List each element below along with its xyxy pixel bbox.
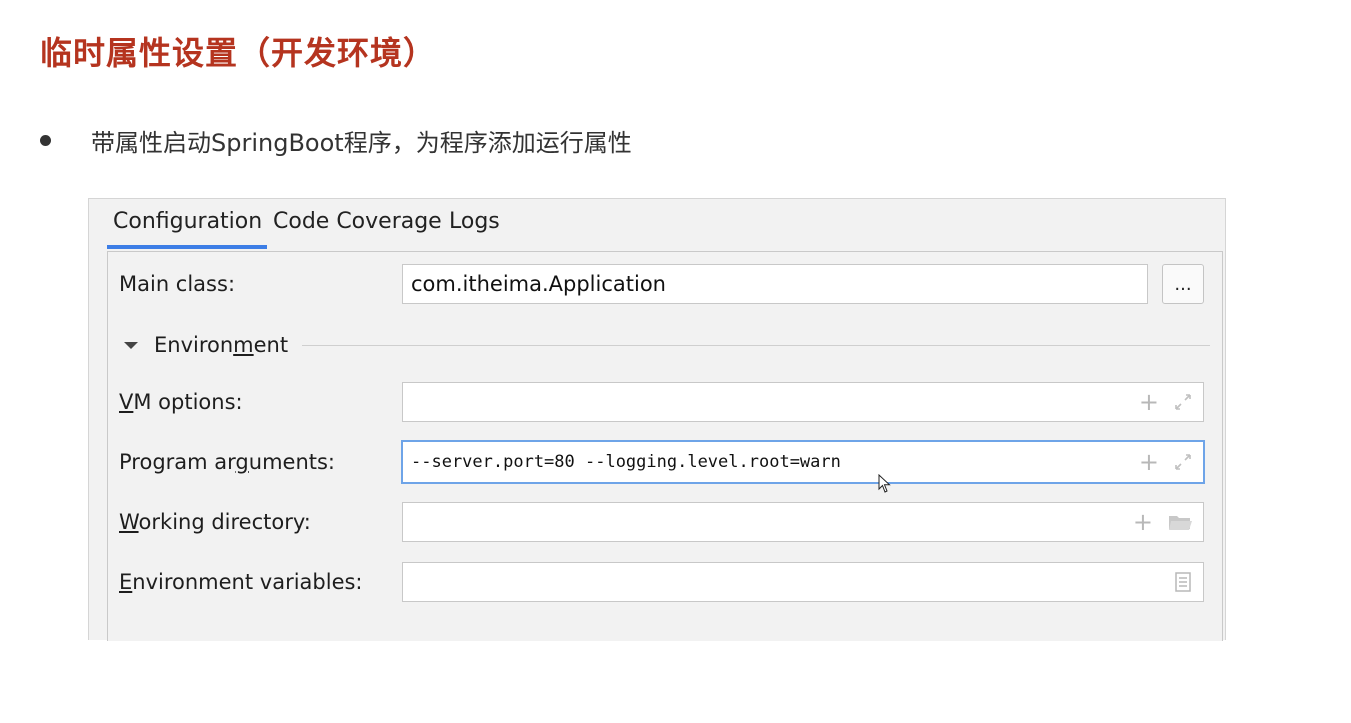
program-arguments-value: --server.port=80 --logging.level.root=wa… xyxy=(411,452,841,472)
environment-section-label: Environment xyxy=(154,333,289,357)
active-tab-indicator xyxy=(107,245,267,249)
tab-strip: Configuration Code Coverage Logs xyxy=(89,199,1225,251)
main-class-browse-button[interactable]: ... xyxy=(1162,264,1204,304)
tab-configuration[interactable]: Configuration xyxy=(113,209,262,234)
folder-icon[interactable] xyxy=(1167,512,1193,532)
triangle-down-icon[interactable] xyxy=(124,341,138,349)
environment-variables-field[interactable] xyxy=(402,562,1204,602)
configuration-form: Main class: com.itheima.Application ... … xyxy=(107,251,1223,641)
vm-options-field[interactable]: + xyxy=(402,382,1204,422)
main-class-field[interactable]: com.itheima.Application xyxy=(402,264,1148,304)
bullet-item: 带属性启动SpringBoot程序，为程序添加运行属性 xyxy=(40,122,632,158)
working-directory-field[interactable]: + xyxy=(402,502,1204,542)
document-icon[interactable] xyxy=(1173,572,1193,592)
section-divider xyxy=(302,344,1210,346)
run-configuration-dialog: Configuration Code Coverage Logs Main cl… xyxy=(88,198,1226,641)
program-arguments-field[interactable]: --server.port=80 --logging.level.root=wa… xyxy=(401,440,1205,484)
plus-icon[interactable]: + xyxy=(1133,510,1153,534)
environment-section-header[interactable]: Environment xyxy=(124,330,1210,360)
expand-icon[interactable] xyxy=(1173,452,1193,472)
vm-options-label: VM options: xyxy=(119,390,243,414)
plus-icon[interactable]: + xyxy=(1139,450,1159,474)
mouse-cursor-icon xyxy=(878,474,891,493)
bullet-text: 带属性启动SpringBoot程序，为程序添加运行属性 xyxy=(91,128,632,157)
plus-icon[interactable]: + xyxy=(1139,390,1159,414)
bullet-dot xyxy=(40,134,51,146)
main-class-label: Main class: xyxy=(119,272,236,296)
working-directory-label: Working directory: xyxy=(119,510,311,534)
environment-variables-label: Environment variables: xyxy=(119,570,363,594)
tab-logs[interactable]: Logs xyxy=(449,209,500,234)
program-arguments-label: Program arguments: xyxy=(119,450,336,474)
main-class-value: com.itheima.Application xyxy=(411,272,666,296)
expand-icon[interactable] xyxy=(1173,392,1193,412)
tab-code-coverage[interactable]: Code Coverage xyxy=(273,209,442,234)
slide-title: 临时属性设置（开发环境） xyxy=(40,34,437,72)
